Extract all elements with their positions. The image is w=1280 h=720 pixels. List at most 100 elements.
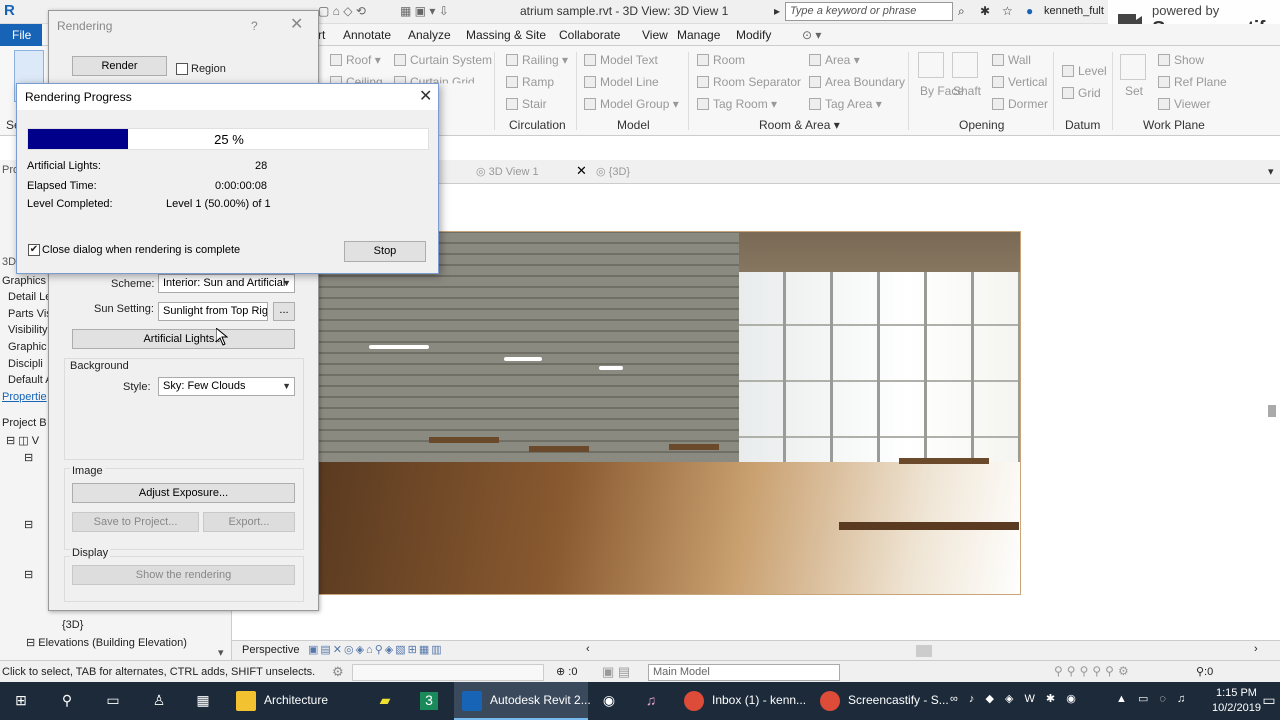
- dormer-button[interactable]: Dormer: [992, 97, 1048, 111]
- prop-row-discipline[interactable]: Discipli: [8, 358, 43, 370]
- binoculars-icon[interactable]: ⌕: [958, 4, 965, 19]
- vertical-opening-button[interactable]: Vertical: [992, 75, 1047, 89]
- taskbar-inbox[interactable]: Inbox (1) - kenn...: [676, 682, 810, 720]
- tab-annotate[interactable]: Annotate: [343, 28, 391, 42]
- selection-option-icons[interactable]: ⚲⚲⚲⚲⚲⚙: [1054, 664, 1133, 678]
- type-selector[interactable]: 3D: [2, 256, 16, 268]
- horizontal-scroll-thumb[interactable]: [916, 645, 932, 657]
- workset-icon[interactable]: ⚙: [332, 664, 344, 680]
- sticky-notes-icon[interactable]: ▰: [376, 692, 394, 710]
- star-icon[interactable]: ☆: [1002, 4, 1013, 18]
- tab-3d[interactable]: ◎ {3D}: [596, 165, 630, 178]
- adjust-exposure-button[interactable]: Adjust Exposure...: [72, 483, 295, 503]
- stair-button[interactable]: Stair: [506, 97, 547, 111]
- area-boundary-button[interactable]: Area Boundary: [809, 75, 905, 89]
- railing-button[interactable]: Railing ▾: [506, 53, 568, 67]
- tree-node-f[interactable]: ⊟: [24, 451, 33, 464]
- ramp-button[interactable]: Ramp: [506, 75, 554, 89]
- pinned-app-icon[interactable]: ♙: [150, 692, 168, 710]
- model-line-button[interactable]: Model Line: [584, 75, 659, 89]
- scroll-left-icon[interactable]: ‹: [586, 643, 590, 655]
- app-3-icon[interactable]: 3: [420, 692, 438, 710]
- app-icon[interactable]: ◉: [600, 692, 618, 710]
- system-tray-icons[interactable]: ∞ ♪ ◆ ◈ W ✱ ◉: [950, 692, 1110, 710]
- taskbar-revit[interactable]: Autodesk Revit 2...: [454, 682, 591, 720]
- progress-close-icon[interactable]: ✕: [419, 89, 432, 105]
- prop-row-visibility[interactable]: Visibility: [8, 324, 48, 336]
- area-button[interactable]: Area ▾: [809, 53, 860, 67]
- task-view-icon[interactable]: ▭: [104, 692, 122, 710]
- filter-count[interactable]: ⚲:0: [1196, 665, 1213, 678]
- user-name[interactable]: kenneth_fult: [1044, 5, 1104, 17]
- model-group-button[interactable]: Model Group ▾: [584, 97, 679, 111]
- sun-setting-more-button[interactable]: ...: [273, 302, 295, 321]
- prop-row-parts-visibility[interactable]: Parts Vis: [8, 308, 52, 320]
- revit-logo-icon[interactable]: R: [4, 2, 15, 19]
- prop-row-graphic-display[interactable]: Graphic: [8, 341, 47, 353]
- tag-room-button[interactable]: Tag Room ▾: [697, 97, 777, 111]
- properties-help-link[interactable]: Propertie: [2, 391, 47, 403]
- tab-architecture[interactable]: rt: [318, 28, 325, 42]
- roof-button[interactable]: Roof ▾: [330, 53, 381, 67]
- background-style-select[interactable]: Sky: Few Clouds ▼: [158, 377, 295, 396]
- tabs-menu-icon[interactable]: ▾: [1268, 165, 1274, 178]
- render-button[interactable]: Render: [72, 56, 167, 76]
- level-button[interactable]: Level: [1062, 64, 1107, 78]
- wall-opening-button[interactable]: Wall: [992, 53, 1031, 67]
- prop-row-detail-level[interactable]: Detail Le: [8, 291, 51, 303]
- tree-node-elevations[interactable]: ⊟ Elevations (Building Elevation): [26, 636, 187, 649]
- shaft-icon[interactable]: [952, 52, 978, 78]
- rendering-close-icon[interactable]: ✕: [290, 17, 303, 33]
- tab-modify[interactable]: Modify: [736, 28, 771, 42]
- save-to-project-button[interactable]: Save to Project...: [72, 512, 199, 532]
- search-input[interactable]: Type a keyword or phrase: [785, 2, 953, 21]
- user-icon[interactable]: ●: [1026, 4, 1033, 18]
- region-checkbox[interactable]: [176, 63, 188, 75]
- tab-view[interactable]: View: [642, 28, 668, 42]
- room-button[interactable]: Room: [697, 53, 745, 67]
- export-button[interactable]: Export...: [203, 512, 295, 532]
- show-rendering-button[interactable]: Show the rendering: [72, 565, 295, 585]
- notifications-icon[interactable]: ▭: [1260, 692, 1278, 710]
- taskbar-architecture[interactable]: Architecture: [228, 682, 360, 720]
- curtain-system-button[interactable]: Curtain System: [394, 53, 492, 67]
- itunes-icon[interactable]: ♫: [642, 692, 660, 710]
- workset-combo[interactable]: [352, 664, 544, 681]
- connect-icon[interactable]: ✱: [980, 4, 990, 18]
- quick-access-icons[interactable]: ▢ ⌂ ◇ ⟲: [318, 4, 366, 18]
- set-work-plane-icon[interactable]: [1120, 54, 1146, 80]
- design-option-combo[interactable]: Main Model: [648, 664, 840, 681]
- tab-collaborate[interactable]: Collaborate: [559, 28, 620, 42]
- file-tab[interactable]: File: [0, 24, 42, 46]
- calculator-icon[interactable]: ▦: [194, 692, 212, 710]
- tab-3d-view-1[interactable]: ◎ 3D View 1: [476, 165, 539, 178]
- prop-row-default-analysis[interactable]: Default A: [8, 374, 53, 386]
- search-icon[interactable]: ⚲: [58, 692, 76, 710]
- tree-node-3d[interactable]: ⊟: [24, 568, 33, 581]
- grid-button[interactable]: Grid: [1062, 86, 1101, 100]
- expand-arrow-icon[interactable]: ▸: [774, 4, 780, 18]
- model-text-button[interactable]: Model Text: [584, 53, 658, 67]
- tray-status-icons[interactable]: ▲ ▭ ◌ ♫: [1116, 692, 1206, 710]
- tag-area-button[interactable]: Tag Area ▾: [809, 97, 882, 111]
- tree-node-views[interactable]: ⊟ ◫ V: [6, 434, 39, 447]
- quick-access-tools-icon[interactable]: ▦ ▣ ▾ ⇩: [400, 4, 449, 18]
- set-button[interactable]: Set: [1125, 84, 1143, 98]
- room-separator-button[interactable]: Room Separator: [697, 75, 801, 89]
- viewer-button[interactable]: Viewer: [1158, 97, 1210, 111]
- design-options-icon[interactable]: ▣ ▤: [602, 664, 630, 680]
- ref-plane-button[interactable]: Ref Plane: [1158, 75, 1227, 89]
- scroll-down-icon[interactable]: ▾: [218, 646, 224, 659]
- close-when-complete-checkbox[interactable]: ✔: [28, 244, 40, 256]
- stop-button[interactable]: Stop: [344, 241, 426, 262]
- taskbar-screencastify[interactable]: Screencastify - S...: [812, 682, 949, 720]
- tab-analyze[interactable]: Analyze: [408, 28, 451, 42]
- scheme-select[interactable]: Interior: Sun and Artificial ▼: [158, 274, 295, 293]
- help-icon[interactable]: ?: [251, 19, 258, 33]
- tab-options-icon[interactable]: ⊙ ▾: [802, 28, 821, 42]
- by-face-icon[interactable]: [918, 52, 944, 78]
- taskbar-clock[interactable]: 1:15 PM 10/2/2019: [1212, 686, 1261, 716]
- vertical-scroll-thumb[interactable]: [1268, 405, 1276, 417]
- tree-node-c[interactable]: ⊟: [24, 518, 33, 531]
- show-button[interactable]: Show: [1158, 53, 1204, 67]
